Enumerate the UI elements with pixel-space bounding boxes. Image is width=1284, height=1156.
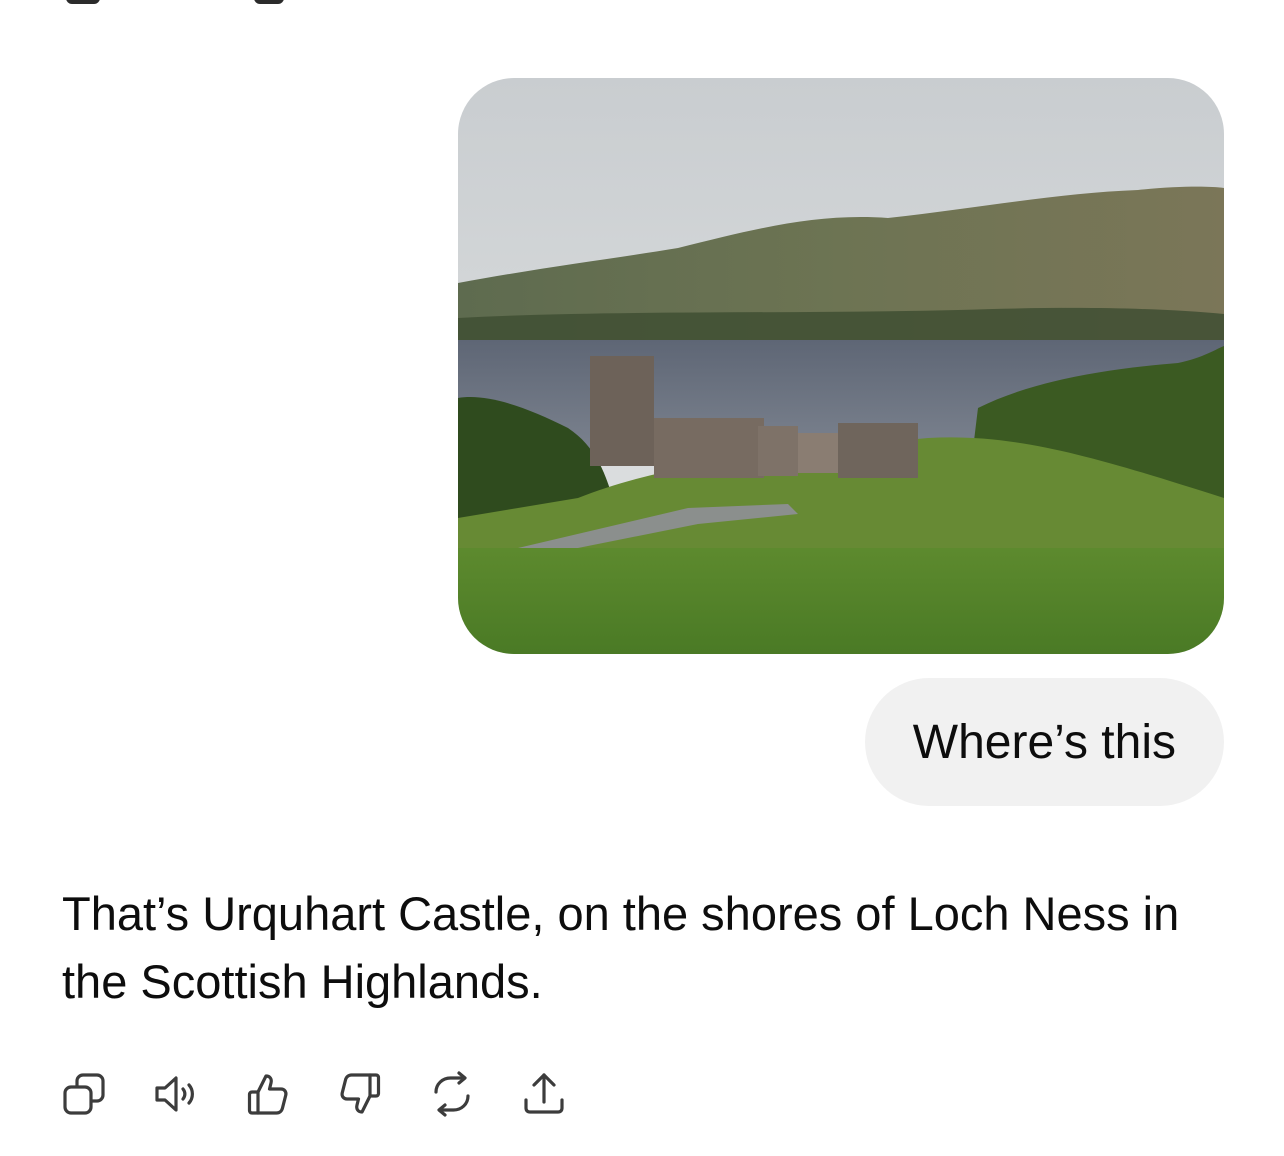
copy-button[interactable] [60, 1068, 108, 1120]
thumbs-up-icon [247, 1074, 288, 1115]
read-aloud-icon [155, 1076, 194, 1112]
chat-page: Where’s this That’s Urquhart Castle, on … [0, 0, 1284, 1156]
thumbs-up-button[interactable] [244, 1068, 292, 1120]
scrolled-content-remnant [62, 0, 382, 6]
user-message-bubble: Where’s this [864, 678, 1224, 806]
castle-photo [458, 78, 1224, 654]
regenerate-button[interactable] [428, 1068, 476, 1120]
assistant-message: That’s Urquhart Castle, on the shores of… [62, 887, 1180, 1008]
thumbs-down-icon [340, 1073, 381, 1114]
share-icon [524, 1073, 564, 1114]
user-message-text: Where’s this [912, 715, 1176, 769]
regenerate-icon [434, 1071, 470, 1117]
thumbs-down-button[interactable] [336, 1068, 384, 1120]
read-aloud-button[interactable] [152, 1068, 200, 1120]
message-actions [60, 1068, 568, 1120]
uploaded-image[interactable] [458, 78, 1224, 654]
share-button[interactable] [520, 1068, 568, 1120]
copy-icon [63, 1073, 105, 1115]
